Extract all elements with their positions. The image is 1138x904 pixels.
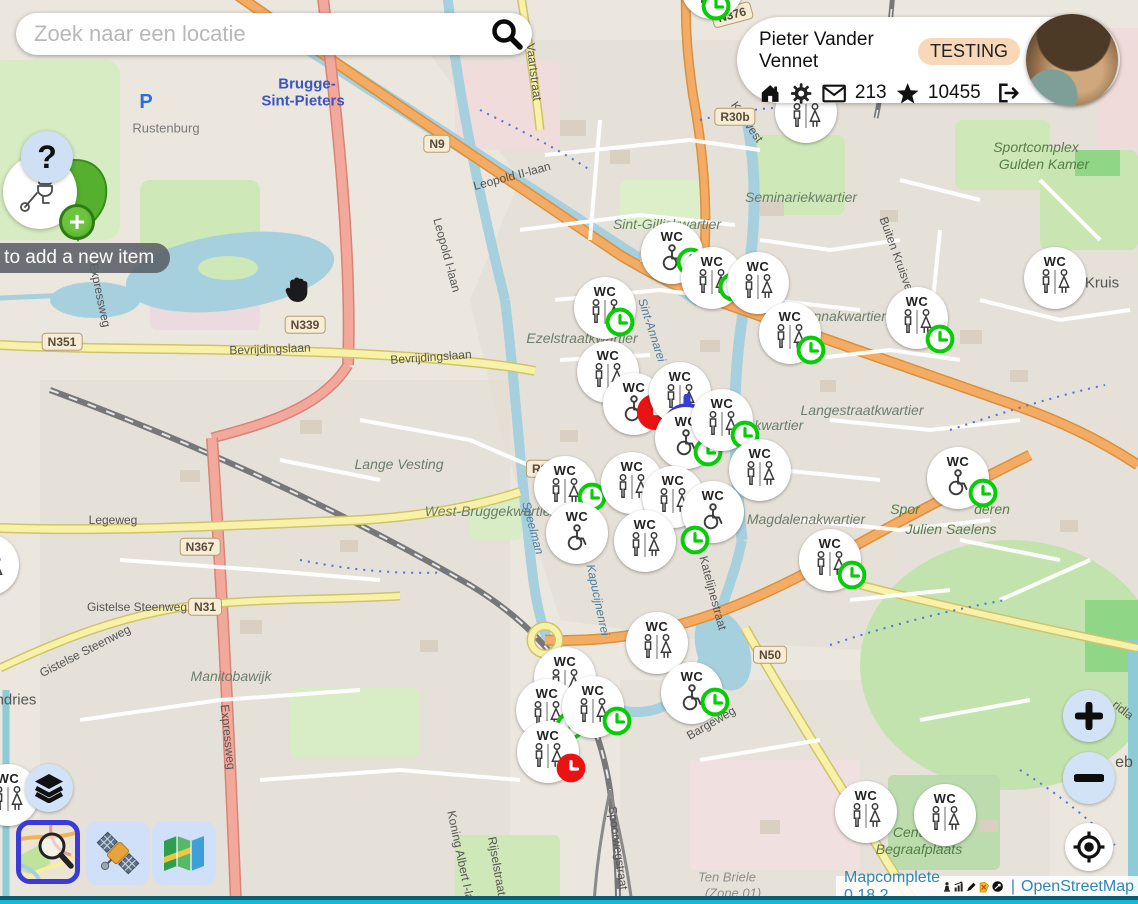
- search-input[interactable]: [32, 20, 490, 48]
- wc-label: WC: [906, 294, 929, 309]
- wc-label: WC: [681, 669, 704, 684]
- male-female-icon: [738, 274, 778, 300]
- wc-label: WC: [554, 654, 577, 669]
- plus-icon: [1075, 702, 1103, 730]
- opening-hours-clock-badge-green[interactable]: [699, 686, 731, 718]
- style-button-osm-selected[interactable]: [16, 820, 80, 884]
- star-icon: [896, 82, 919, 105]
- male-female-icon: [1035, 269, 1075, 295]
- geolocate-button[interactable]: [1065, 823, 1113, 871]
- messages-count[interactable]: 213: [855, 82, 887, 104]
- wc-marker-mf[interactable]: WC: [914, 784, 976, 846]
- wc-label: WC: [597, 348, 620, 363]
- add-plus-icon[interactable]: +: [59, 204, 95, 240]
- wc-label: WC: [855, 788, 878, 803]
- wc-label: WC: [819, 536, 842, 551]
- location-search-bar[interactable]: [16, 13, 532, 55]
- osm-carto-thumb-icon: [21, 825, 75, 879]
- wc-label: WC: [701, 254, 724, 269]
- opening-hours-clock-badge-green[interactable]: [795, 334, 827, 366]
- magnifier-icon[interactable]: [490, 17, 524, 51]
- wc-label: WC: [934, 791, 957, 806]
- help-button[interactable]: ?: [21, 131, 73, 183]
- opening-hours-clock-badge-green[interactable]: [604, 306, 636, 338]
- male-female-icon: [637, 634, 677, 660]
- wheelchair-icon: [559, 524, 595, 552]
- add-item-tooltip: re to add a new item: [0, 243, 170, 273]
- wc-label: WC: [621, 459, 644, 474]
- zoom-in-button[interactable]: [1063, 690, 1115, 742]
- wc-label: WC: [0, 771, 19, 786]
- wc-label: WC: [537, 728, 560, 743]
- wc-label: WC: [947, 454, 970, 469]
- opening-hours-clock-badge-green[interactable]: [924, 323, 956, 355]
- wc-marker-mf[interactable]: WC: [614, 510, 676, 572]
- male-female-icon: [740, 461, 780, 487]
- male-female-icon: [0, 786, 28, 812]
- question-mark-icon: ?: [37, 139, 57, 176]
- gear-icon[interactable]: [790, 82, 812, 105]
- layers-icon: [33, 773, 65, 803]
- community-flag-icon[interactable]: [979, 879, 990, 895]
- wc-label: WC: [554, 463, 577, 478]
- grab-hand-cursor: [281, 271, 315, 305]
- zoom-out-button[interactable]: [1063, 752, 1115, 804]
- male-female-icon: [925, 806, 965, 832]
- mapcomplete-app: Brugge-Sint-PietersPRustenburgVaartstraa…: [0, 0, 1138, 904]
- home-icon[interactable]: [759, 82, 781, 105]
- wc-label: WC: [582, 683, 605, 698]
- wc-label: WC: [634, 517, 657, 532]
- opening-hours-clock-badge-green[interactable]: [601, 705, 633, 737]
- osm-attribution-link[interactable]: OpenStreetMap: [1021, 878, 1134, 896]
- pencil-icon[interactable]: [966, 879, 977, 895]
- crosshair-icon: [1073, 831, 1105, 863]
- wc-label: WC: [594, 284, 617, 299]
- envelope-icon[interactable]: [822, 84, 846, 103]
- wc-label: WC: [779, 309, 802, 324]
- wc-marker-mf[interactable]: WC: [1024, 247, 1086, 309]
- wc-marker-mf[interactable]: WC: [729, 439, 791, 501]
- user-avatar[interactable]: [1026, 14, 1118, 106]
- wc-label: WC: [536, 686, 559, 701]
- wc-label: WC: [646, 619, 669, 634]
- contributor-icon[interactable]: [942, 879, 952, 895]
- testing-badge: TESTING: [918, 38, 1020, 65]
- opening-hours-clock-badge-green[interactable]: [967, 477, 999, 509]
- wc-label: WC: [661, 229, 684, 244]
- satellite-icon: [94, 829, 142, 877]
- minus-icon: [1074, 764, 1104, 792]
- opening-hours-clock-badge-red[interactable]: [555, 752, 587, 784]
- wc-label: WC: [702, 488, 725, 503]
- changesets-count[interactable]: 10455: [928, 82, 981, 104]
- male-female-icon: [0, 556, 8, 582]
- wc-marker-wheelchair[interactable]: WC: [546, 502, 608, 564]
- attribution-bar: Mapcomplete 0.18.2 | OpenStreetMap: [836, 876, 1138, 897]
- wc-label: WC: [662, 473, 685, 488]
- style-button-map[interactable]: [152, 821, 216, 885]
- wc-label: WC: [711, 396, 734, 411]
- wc-label: WC: [566, 509, 589, 524]
- wc-label: WC: [749, 446, 772, 461]
- user-name: Pieter Vander Vennet: [759, 29, 906, 73]
- male-female-icon: [846, 803, 886, 829]
- bottom-edge-bar: [0, 896, 1138, 904]
- opening-hours-clock-badge-green[interactable]: [679, 524, 711, 556]
- folded-map-icon: [161, 833, 207, 873]
- male-female-icon: [625, 532, 665, 558]
- stats-chart-icon[interactable]: [954, 879, 964, 894]
- opening-hours-clock-badge-green[interactable]: [836, 559, 868, 591]
- attribution-separator: |: [1011, 878, 1015, 896]
- layers-button[interactable]: [25, 764, 73, 812]
- wc-label: WC: [669, 369, 692, 384]
- camera-dot-icon[interactable]: [992, 878, 1003, 895]
- male-female-icon: [786, 103, 826, 129]
- wc-label: WC: [1044, 254, 1067, 269]
- wc-marker-mf[interactable]: WC: [0, 534, 19, 596]
- logout-icon[interactable]: [996, 81, 1020, 105]
- opening-hours-clock-badge-green[interactable]: [700, 0, 732, 22]
- style-button-satellite[interactable]: [86, 821, 150, 885]
- wc-marker-mf[interactable]: WC: [835, 781, 897, 843]
- poi-marker-layer: WC WC WC WC WC WC WC: [0, 0, 1138, 904]
- wc-label: WC: [747, 259, 770, 274]
